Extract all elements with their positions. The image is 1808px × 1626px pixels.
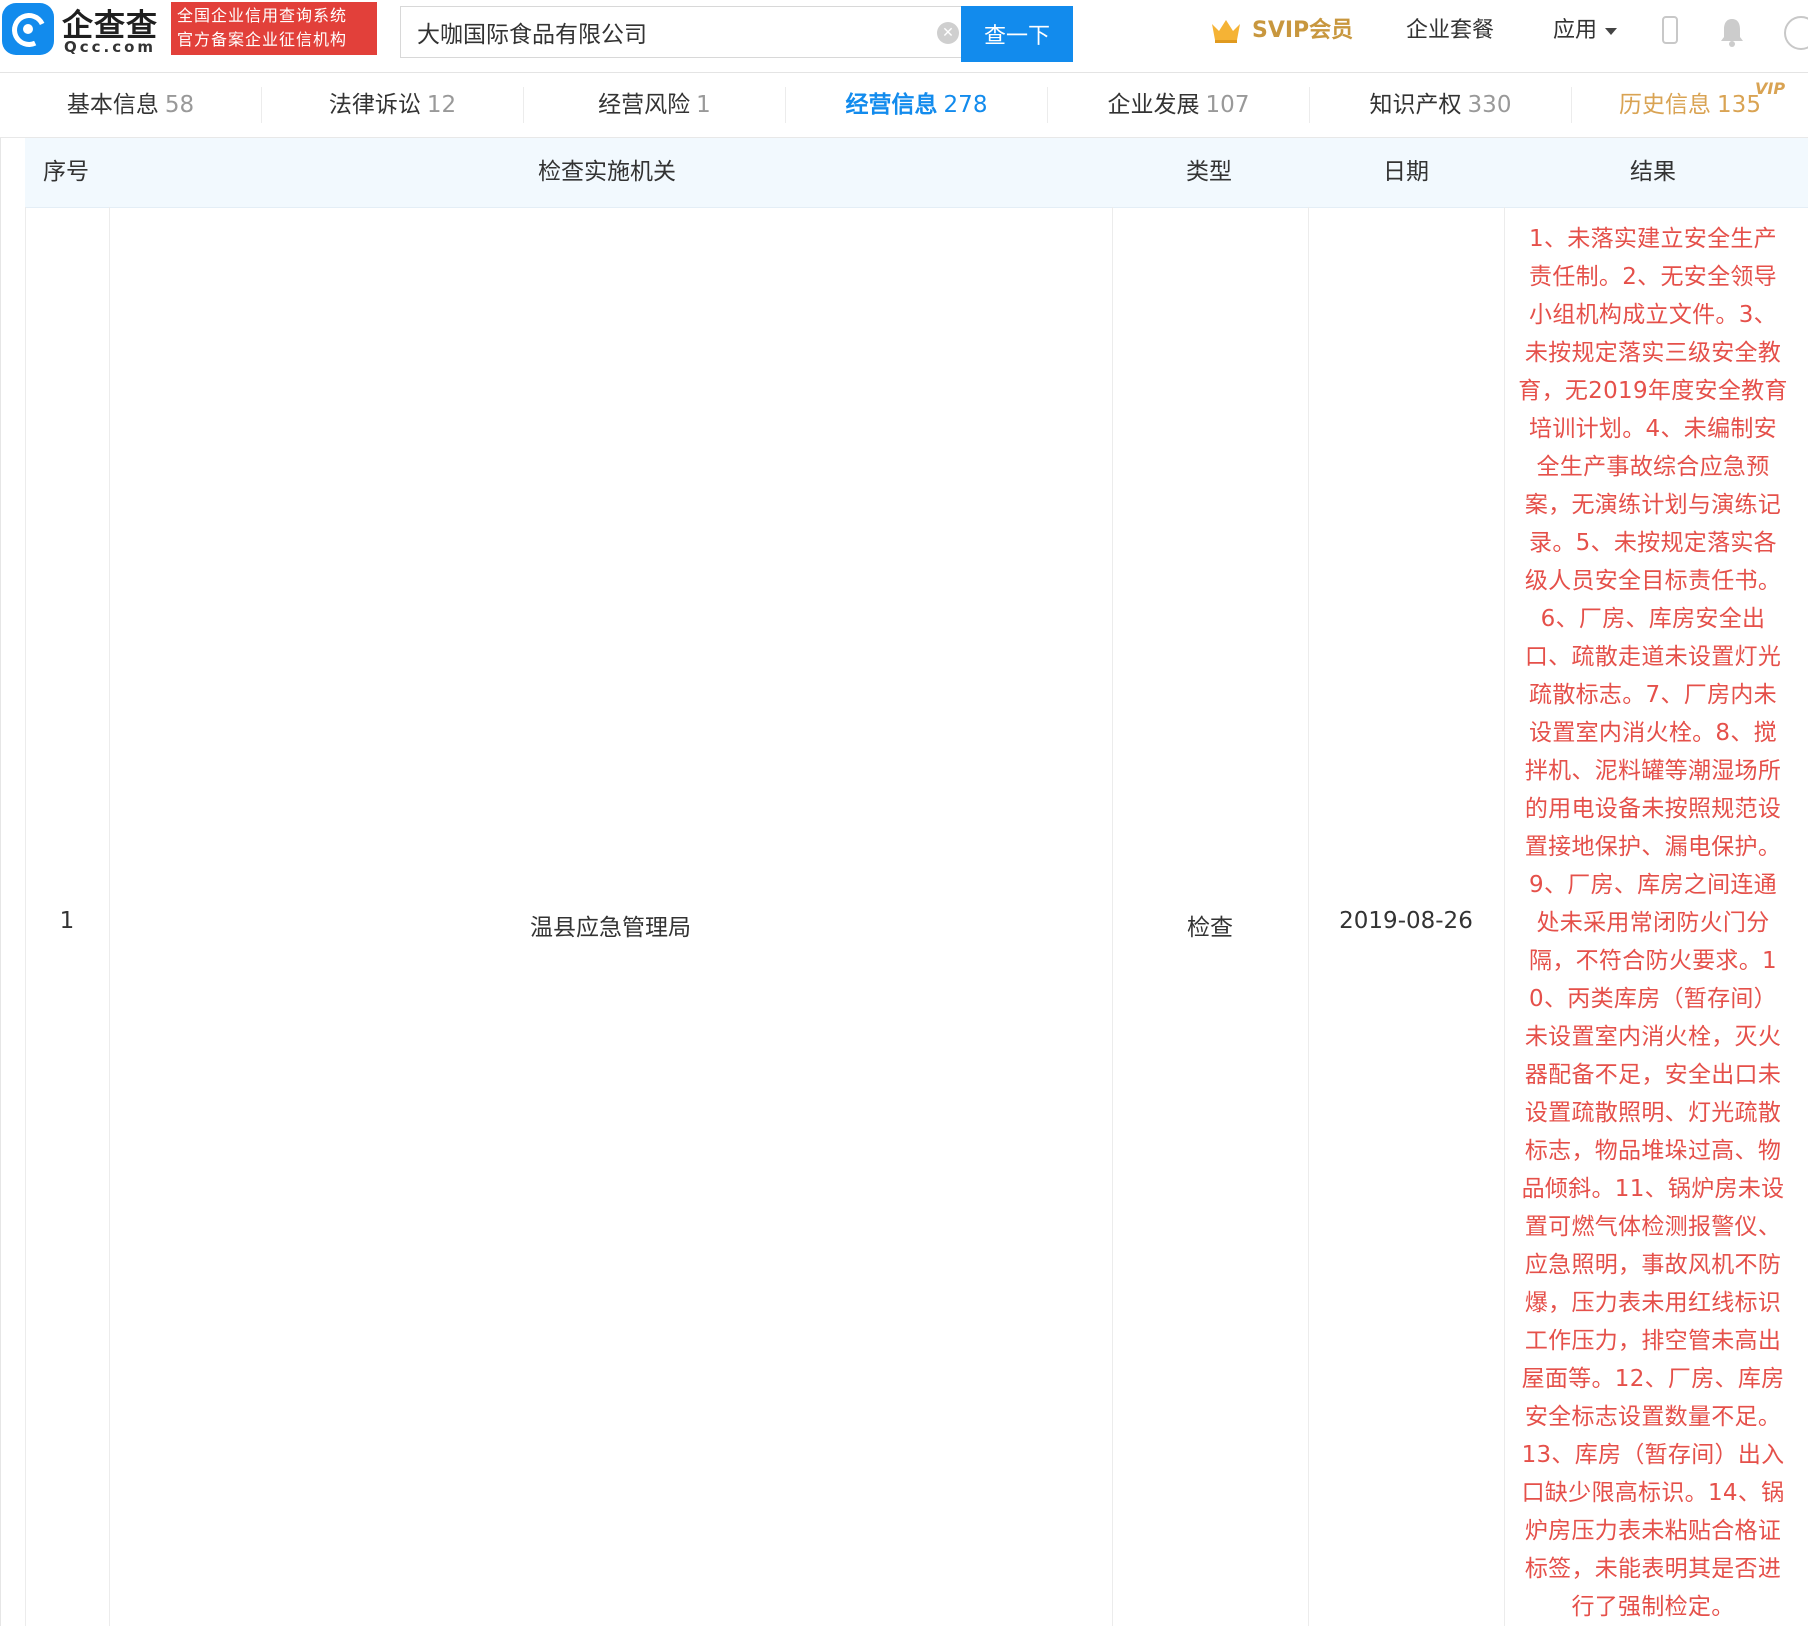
logo-domain: Qcc.com: [64, 38, 157, 56]
clear-icon[interactable]: ✕: [937, 22, 959, 44]
bell-icon[interactable]: [1718, 16, 1746, 48]
row-date: 2019-08-26: [1339, 908, 1473, 934]
vip-badge: VIP: [1755, 79, 1786, 98]
search-box: ✕: [400, 6, 963, 58]
crown-icon: [1212, 20, 1240, 43]
search-button[interactable]: 查一下: [961, 6, 1073, 62]
page-border: [0, 138, 1, 1626]
column-header-index: 序号: [43, 159, 89, 185]
row-agency: 温县应急管理局: [530, 915, 691, 941]
package-link[interactable]: 企业套餐: [1406, 0, 1494, 62]
certification-line-2: 官方备案企业征信机构: [177, 30, 348, 49]
tab-bar: 基本信息 58 法律诉讼 12 经营风险 1 经营信息 278 企业发展 107 知识产权…: [0, 73, 1808, 138]
table-divider: [1504, 207, 1505, 1626]
qcc-logo-icon[interactable]: [2, 3, 54, 55]
apps-label: 应用: [1553, 18, 1598, 43]
svip-link[interactable]: SVIP会员: [1252, 0, 1353, 62]
tab-risk[interactable]: 经营风险 1: [524, 73, 785, 137]
row-index: 1: [59, 908, 75, 934]
certification-line-1: 全国企业信用查询系统: [177, 6, 348, 25]
column-header-type: 类型: [1186, 159, 1232, 185]
top-header: 企查查 Qcc.com 全国企业信用查询系统 官方备案企业征信机构 ✕ 查一下 …: [0, 0, 1808, 73]
column-header-agency: 检查实施机关: [538, 159, 676, 185]
tab-legal[interactable]: 法律诉讼 12: [262, 73, 523, 137]
certification-badge: 全国企业信用查询系统 官方备案企业征信机构: [171, 2, 377, 55]
tab-ip[interactable]: 知识产权 330: [1310, 73, 1571, 137]
table-header: 序号 检查实施机关 类型 日期 结果: [25, 138, 1808, 208]
row-result: 1、未落实建立安全生产责任制。2、无安全领导小组机构成立文件。3、未按规定落实三…: [1518, 226, 1788, 1620]
avatar[interactable]: [1784, 16, 1808, 50]
tab-development[interactable]: 企业发展 107: [1048, 73, 1309, 137]
column-header-result: 结果: [1630, 159, 1676, 185]
tab-basic-info[interactable]: 基本信息 58: [0, 73, 261, 137]
chevron-down-icon: [1605, 27, 1618, 35]
apps-menu[interactable]: 应用: [1553, 0, 1618, 62]
phone-icon[interactable]: [1662, 16, 1678, 44]
search-input[interactable]: [417, 14, 897, 50]
row-type: 检查: [1187, 915, 1233, 941]
tab-operations[interactable]: 经营信息 278: [786, 73, 1047, 137]
column-header-date: 日期: [1383, 159, 1429, 185]
